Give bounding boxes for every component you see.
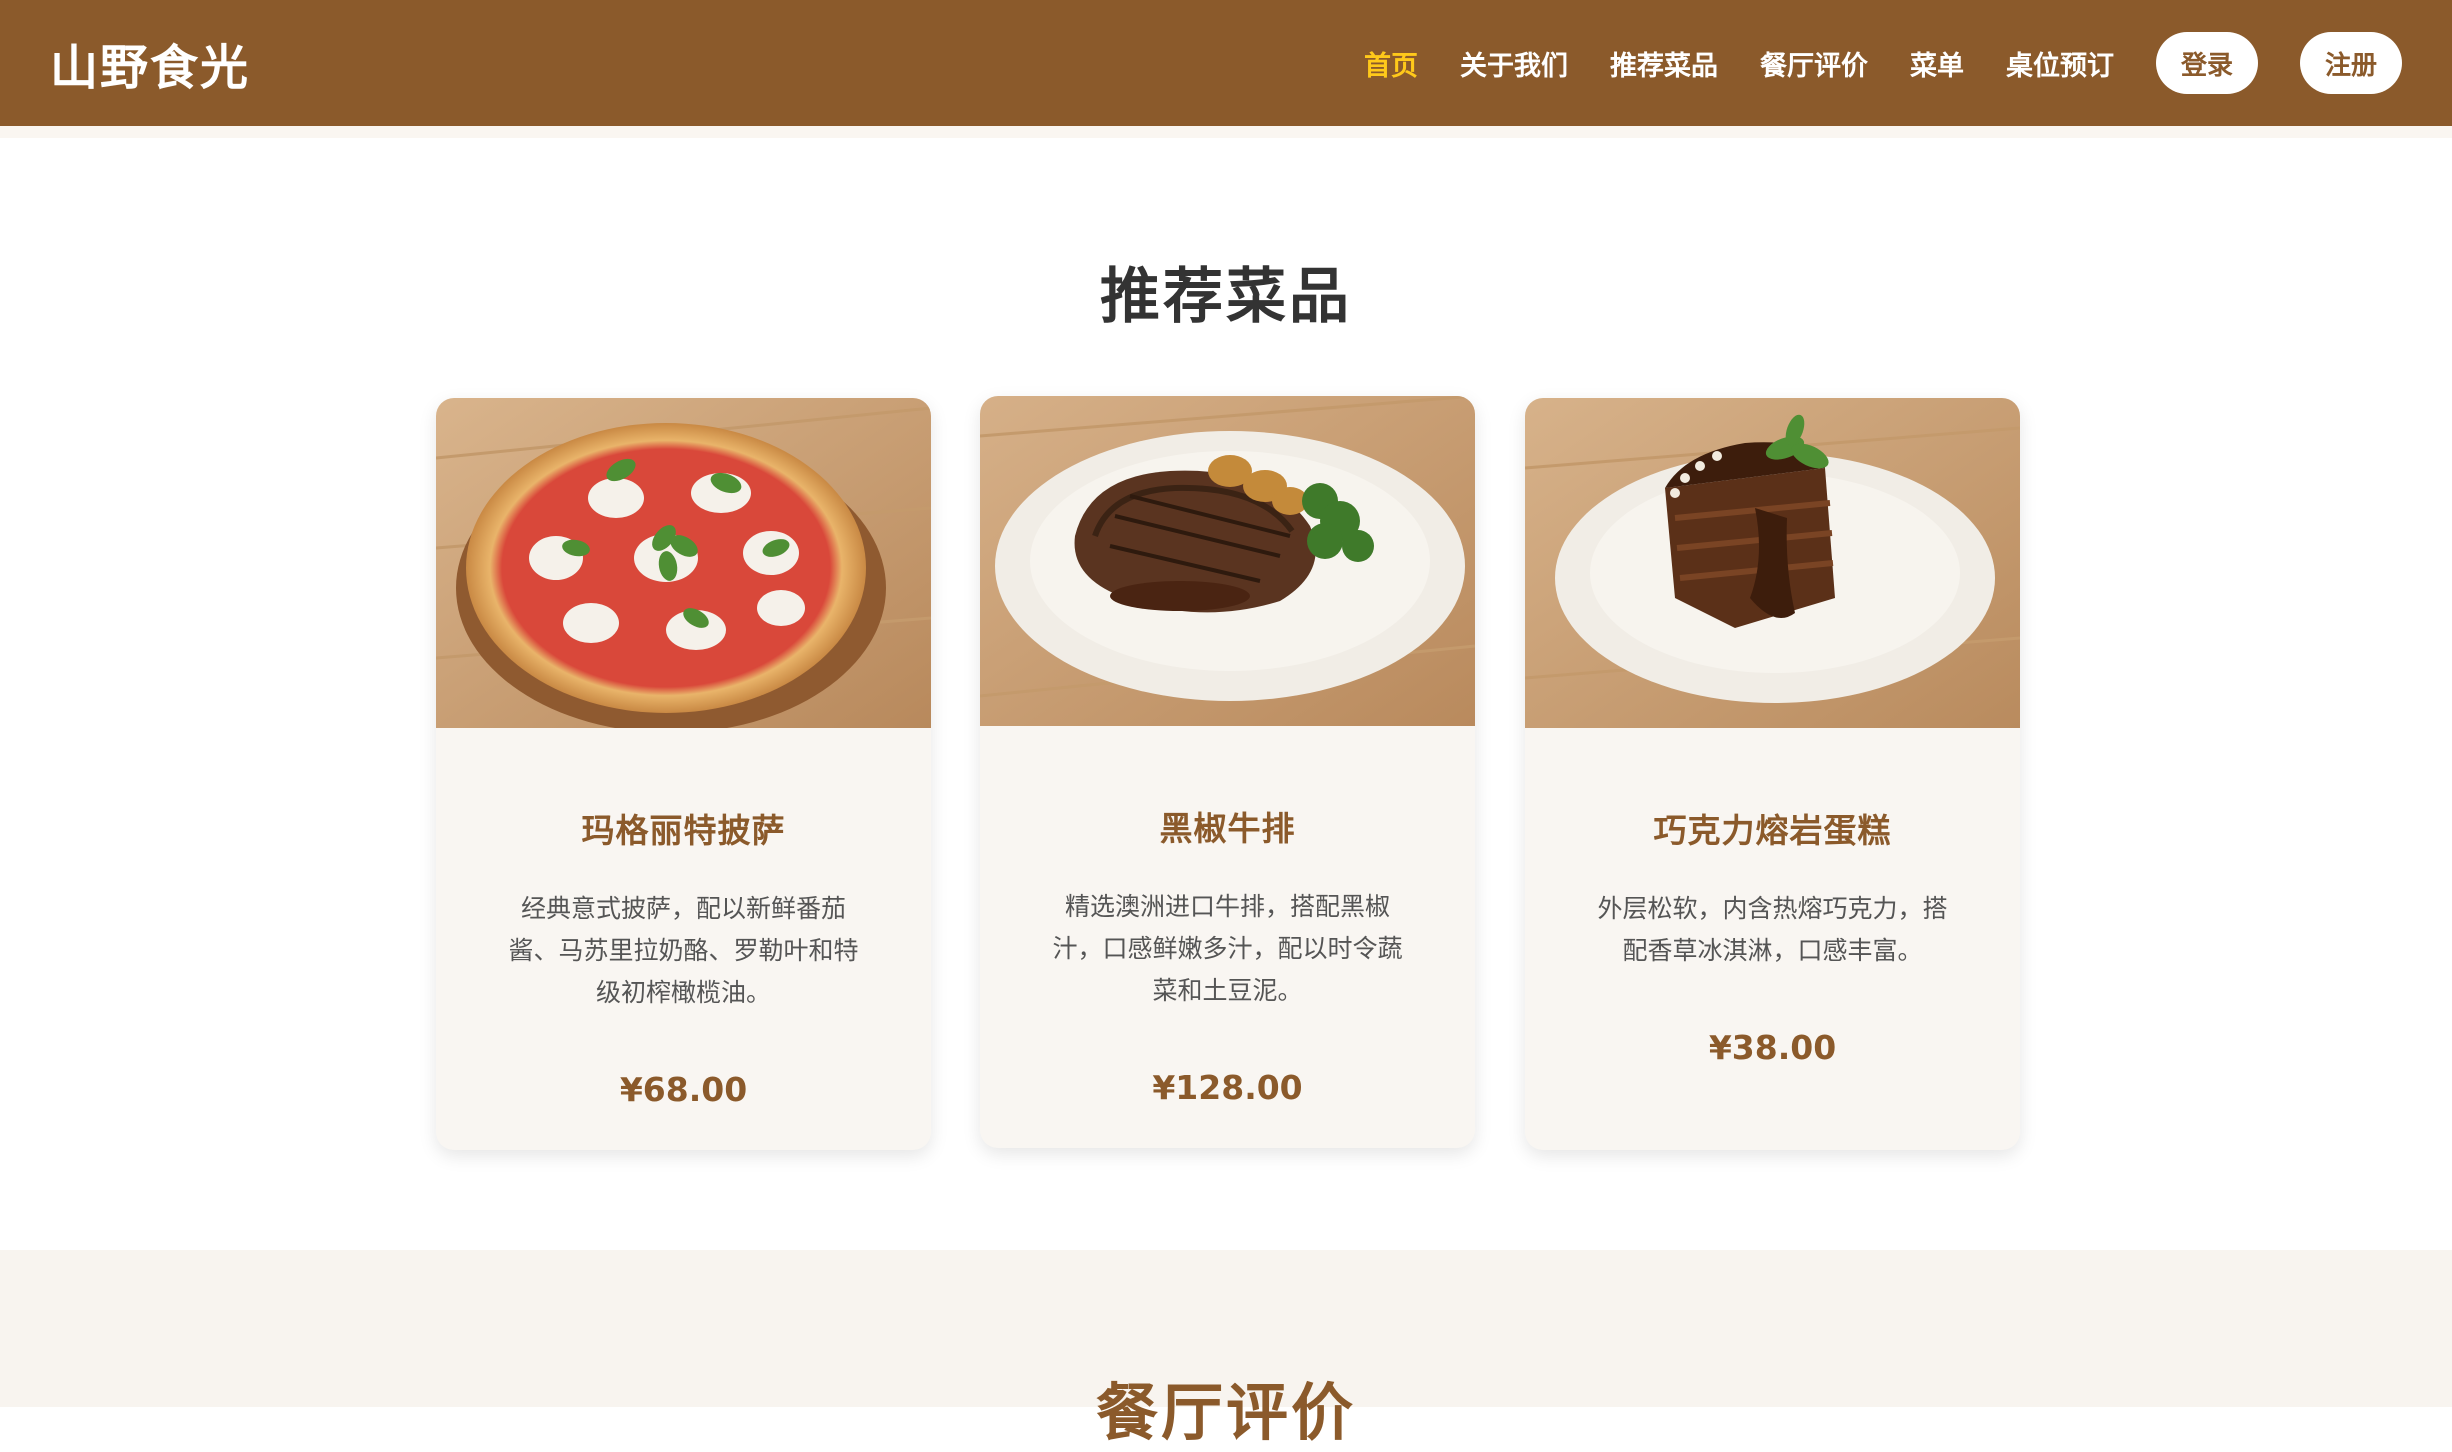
dish-card-lava-cake[interactable]: 巧克力熔岩蛋糕 外层松软，内含热熔巧克力，搭配香草冰淇淋，口感丰富。 ¥38.0… bbox=[1525, 398, 2020, 1150]
header-divider bbox=[0, 126, 2452, 138]
nav-reservation[interactable]: 桌位预订 bbox=[2006, 44, 2114, 83]
nav-menu[interactable]: 菜单 bbox=[1910, 44, 1964, 83]
steak-image bbox=[980, 396, 1475, 726]
dish-name: 玛格丽特披萨 bbox=[581, 811, 786, 850]
reviews-section-title: 餐厅评价 bbox=[1095, 1376, 1356, 1449]
dish-description: 外层松软，内含热熔巧克力，搭配香草冰淇淋，口感丰富。 bbox=[1597, 894, 1948, 965]
nav-reviews[interactable]: 餐厅评价 bbox=[1760, 44, 1868, 83]
dish-card-pizza[interactable]: 玛格丽特披萨 经典意式披萨，配以新鲜番茄酱、马苏里拉奶酪、罗勒叶和特级初榨橄榄油… bbox=[436, 398, 931, 1150]
nav-about[interactable]: 关于我们 bbox=[1460, 44, 1568, 83]
dish-price: ¥38.00 bbox=[1708, 1028, 1837, 1067]
dish-description: 精选澳洲进口牛排，搭配黑椒汁，口感鲜嫩多汁，配以时令蔬菜和土豆泥。 bbox=[1052, 892, 1403, 1005]
dish-card-steak[interactable]: 黑椒牛排 精选澳洲进口牛排，搭配黑椒汁，口感鲜嫩多汁，配以时令蔬菜和土豆泥。 ¥… bbox=[980, 396, 1475, 1148]
site-logo[interactable]: 山野食光 bbox=[50, 28, 250, 98]
nav-home[interactable]: 首页 bbox=[1364, 44, 1418, 83]
dish-price: ¥128.00 bbox=[1152, 1068, 1303, 1107]
login-button[interactable]: 登录 bbox=[2156, 32, 2258, 94]
dish-description: 经典意式披萨，配以新鲜番茄酱、马苏里拉奶酪、罗勒叶和特级初榨橄榄油。 bbox=[508, 894, 859, 1007]
pizza-image bbox=[436, 398, 931, 728]
dish-price: ¥68.00 bbox=[619, 1070, 748, 1109]
main-nav: 首页 关于我们 推荐菜品 餐厅评价 菜单 桌位预订 登录 注册 bbox=[1364, 32, 2402, 94]
register-button[interactable]: 注册 bbox=[2300, 32, 2402, 94]
site-header: 山野食光 首页 关于我们 推荐菜品 餐厅评价 菜单 桌位预订 登录 注册 bbox=[0, 0, 2452, 126]
recommended-section-title: 推荐菜品 bbox=[1100, 262, 1352, 332]
nav-recommended[interactable]: 推荐菜品 bbox=[1610, 44, 1718, 83]
lava-cake-image bbox=[1525, 398, 2020, 728]
dish-name: 黑椒牛排 bbox=[1159, 809, 1296, 848]
dish-name: 巧克力熔岩蛋糕 bbox=[1653, 811, 1892, 850]
